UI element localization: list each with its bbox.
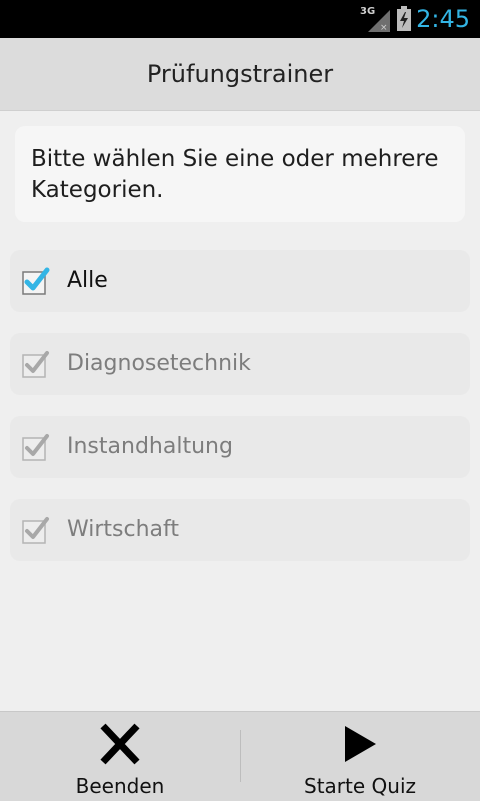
checkbox-checked-disabled-icon[interactable] (21, 432, 51, 462)
battery-charging-icon (396, 6, 412, 36)
clock: 2:45 (416, 5, 470, 33)
bottom-action-bar: Beenden Starte Quiz (0, 711, 480, 801)
category-label: Instandhaltung (67, 434, 233, 459)
quit-button-label: Beenden (75, 774, 165, 798)
quit-button[interactable]: Beenden (0, 712, 240, 801)
status-bar: 3G × 2:45 (0, 0, 480, 38)
page-title: Prüfungstrainer (146, 60, 334, 88)
checkbox-checked-disabled-icon[interactable] (21, 349, 51, 379)
action-bar: Prüfungstrainer (0, 38, 480, 111)
mobile-signal-icon: 3G × (360, 6, 390, 32)
instruction-text: Bitte wählen Sie eine oder mehrere Kateg… (15, 126, 465, 222)
svg-text:×: × (380, 23, 388, 32)
category-row-alle[interactable]: Alle (10, 250, 470, 312)
category-label: Diagnosetechnik (67, 351, 251, 376)
start-quiz-button[interactable]: Starte Quiz (240, 712, 480, 801)
start-quiz-button-label: Starte Quiz (304, 774, 416, 798)
category-row-wirtschaft[interactable]: Wirtschaft (10, 499, 470, 561)
category-label: Wirtschaft (67, 517, 180, 542)
checkbox-checked-icon[interactable] (21, 266, 51, 296)
category-label: Alle (67, 268, 108, 293)
category-row-instandhaltung[interactable]: Instandhaltung (10, 416, 470, 478)
close-x-icon (100, 723, 140, 765)
category-row-diagnosetechnik[interactable]: Diagnosetechnik (10, 333, 470, 395)
checkbox-checked-disabled-icon[interactable] (21, 515, 51, 545)
play-icon (345, 726, 376, 762)
